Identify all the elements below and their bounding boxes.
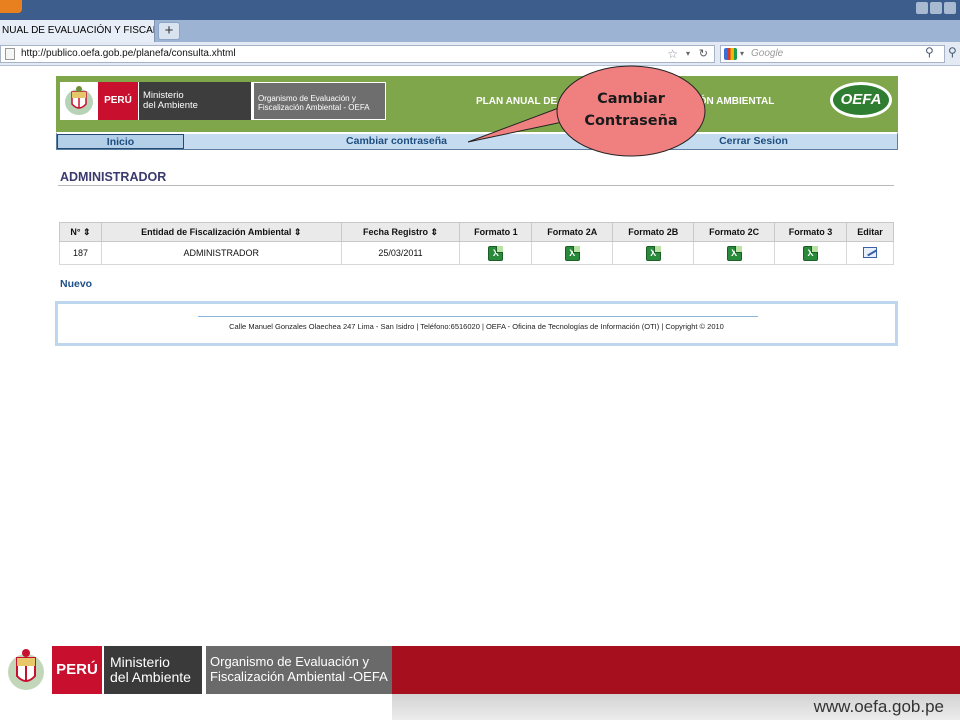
coat-of-arms-icon: [8, 649, 44, 690]
col-header-editar: Editar: [846, 222, 894, 242]
ministerio-label: Ministerio del Ambiente: [139, 82, 251, 120]
new-tab-button[interactable]: +: [158, 22, 180, 40]
oefa-logo: OEFA: [830, 82, 892, 118]
cell-formato-1: X: [459, 241, 533, 265]
reload-icon[interactable]: ↻: [699, 46, 708, 62]
banner-ministerio-label: Ministerio del Ambiente: [104, 646, 202, 694]
bottom-banner: PERÚ Ministerio del Ambiente Organismo d…: [0, 636, 960, 720]
maximize-icon[interactable]: [930, 2, 942, 14]
cell-formato-2a: X: [531, 241, 614, 265]
banner-organismo-line-2: Fiscalización Ambiental -OEFA: [210, 669, 388, 684]
callout-text: Cambiar Contraseña: [560, 88, 702, 132]
search-engine-dropdown-icon[interactable]: ▾: [740, 46, 744, 62]
cell-formato-2b: X: [612, 241, 695, 265]
menu-inicio[interactable]: Inicio: [57, 134, 184, 149]
cell-editar: [846, 241, 894, 265]
data-table: N° ⇕ Entidad de Fiscalización Ambiental …: [59, 222, 894, 265]
window-titlebar: [0, 0, 960, 20]
banner-organismo-label: Organismo de Evaluación y Fiscalización …: [204, 646, 392, 694]
excel-icon[interactable]: X: [488, 245, 504, 261]
col-header-formato-2c: Formato 2C: [693, 222, 776, 242]
col-header-num[interactable]: N° ⇕: [59, 222, 102, 242]
excel-icon[interactable]: X: [645, 245, 661, 261]
footer-text: Calle Manuel Gonzales Olaechea 247 Lima …: [229, 322, 724, 331]
minimize-icon[interactable]: [916, 2, 928, 14]
banner-ministerio-line-1: Ministerio: [110, 654, 170, 670]
search-icon-secondary[interactable]: ⚲: [948, 45, 957, 59]
table-row: 187 ADMINISTRADOR 25/03/2011 X X X X X: [59, 241, 894, 265]
col-header-formato-2a: Formato 2A: [531, 222, 614, 242]
col-header-formato-2b: Formato 2B: [612, 222, 695, 242]
page-title: ADMINISTRADOR: [60, 170, 167, 184]
coat-of-arms-icon: [65, 86, 93, 115]
firefox-menu-button[interactable]: [0, 0, 22, 13]
url-text: http://publico.oefa.gob.pe/planefa/consu…: [21, 48, 236, 59]
callout-line-1: Cambiar: [597, 91, 665, 107]
organismo-label: Organismo de Evaluación y Fiscalización …: [253, 82, 386, 120]
close-icon[interactable]: [944, 2, 956, 14]
peru-label: PERÚ: [98, 82, 138, 120]
cell-entidad: ADMINISTRADOR: [100, 241, 342, 265]
banner-organismo-line-1: Organismo de Evaluación y: [210, 654, 369, 669]
banner-red-strip: [392, 646, 960, 694]
page-icon: [5, 48, 15, 60]
footer-divider: [198, 316, 758, 317]
bookmark-star-icon[interactable]: ☆: [667, 46, 678, 62]
cell-formato-3: X: [774, 241, 847, 265]
google-icon[interactable]: [724, 48, 737, 60]
page-footer: Calle Manuel Gonzales Olaechea 247 Lima …: [55, 301, 898, 346]
government-logo-block: PERÚ Ministerio del Ambiente Organismo d…: [60, 82, 386, 120]
tab-active[interactable]: NUAL DE EVALUACIÓN Y FISCAL...: [0, 20, 155, 42]
cell-num: 187: [59, 241, 102, 265]
banner-url: www.oefa.gob.pe: [813, 697, 944, 716]
search-icon[interactable]: ⚲: [925, 45, 934, 59]
banner-ministerio-line-2: del Ambiente: [110, 669, 191, 685]
title-divider: [58, 185, 894, 186]
ministerio-text: Ministerio del Ambiente: [143, 90, 198, 111]
nuevo-link[interactable]: Nuevo: [60, 278, 92, 290]
col-header-entidad[interactable]: Entidad de Fiscalización Ambiental ⇕: [100, 222, 342, 242]
excel-icon[interactable]: X: [726, 245, 742, 261]
search-input[interactable]: ▾ Google: [720, 45, 945, 63]
url-bar[interactable]: http://publico.oefa.gob.pe/planefa/consu…: [0, 45, 715, 63]
excel-icon[interactable]: X: [564, 245, 580, 261]
col-header-formato-3: Formato 3: [774, 222, 847, 242]
cell-fecha: 25/03/2011: [340, 241, 461, 265]
edit-icon[interactable]: [863, 246, 877, 258]
callout-line-2: Contraseña: [584, 113, 678, 129]
window-controls: [916, 2, 956, 14]
banner-peru-label: PERÚ: [52, 646, 102, 694]
col-header-formato-1: Formato 1: [459, 222, 533, 242]
table-header-row: N° ⇕ Entidad de Fiscalización Ambiental …: [59, 222, 894, 242]
cell-formato-2c: X: [693, 241, 776, 265]
col-header-fecha[interactable]: Fecha Registro ⇕: [340, 222, 461, 242]
search-placeholder: Google: [751, 48, 784, 59]
tab-strip: NUAL DE EVALUACIÓN Y FISCAL... +: [0, 20, 960, 42]
excel-icon[interactable]: X: [803, 245, 819, 261]
url-dropdown-icon[interactable]: ▾: [686, 46, 690, 62]
